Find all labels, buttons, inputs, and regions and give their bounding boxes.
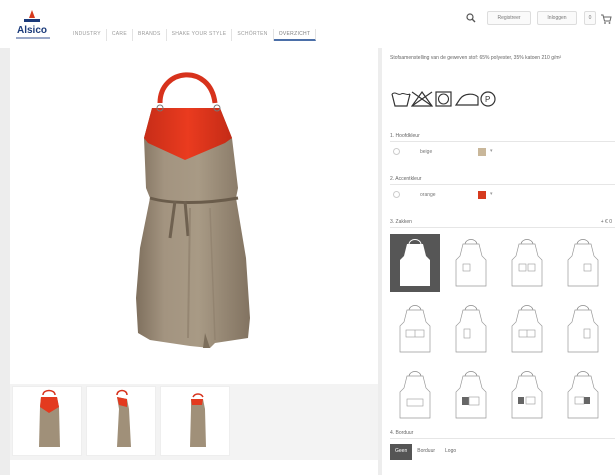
nav-item-brands[interactable]: BRANDS xyxy=(133,29,167,41)
brand-name: Alsico xyxy=(16,25,47,36)
thumbnail-back[interactable] xyxy=(160,386,230,456)
logo-underline xyxy=(16,37,50,39)
accent-color-radio[interactable] xyxy=(393,191,400,198)
accent-color-name: orange xyxy=(420,192,436,198)
login-button[interactable]: Inloggen xyxy=(537,11,577,25)
apron-low-pocket-icon xyxy=(399,371,431,419)
pocket-option-2[interactable] xyxy=(446,234,496,292)
main-color-swatch[interactable] xyxy=(478,148,486,156)
accent-color-swatch[interactable] xyxy=(478,191,486,199)
thumbnail-side[interactable] xyxy=(86,386,156,456)
configuration-panel: Stofsamenstelling van de geweven stof: 6… xyxy=(382,48,615,475)
product-preview-area xyxy=(10,48,378,475)
main-color-option[interactable]: beige ▾ xyxy=(390,145,612,159)
main-color-section-title: 1. Hoofdkleur xyxy=(390,133,615,142)
pocket-option-9[interactable] xyxy=(390,366,440,424)
care-labels: P xyxy=(391,90,496,107)
embroidery-section-title: 4. Borduur xyxy=(390,430,615,439)
iron-icon xyxy=(454,93,479,106)
apron-wide-pocket-icon xyxy=(399,305,431,353)
tumble-dry-icon xyxy=(435,91,452,107)
apron-single-small-pocket-icon xyxy=(455,239,487,287)
pocket-option-12[interactable] xyxy=(558,366,608,424)
nav-item-aprons[interactable]: SCHÖRTEN xyxy=(232,29,274,41)
apron-dark-left-pocket-icon xyxy=(455,371,487,419)
pocket-option-5[interactable] xyxy=(390,300,440,358)
main-color-radio[interactable] xyxy=(393,148,400,155)
apron-dark-pocket-pair-icon xyxy=(511,371,543,419)
fabric-description: Stofsamenstelling van de geweven stof: 6… xyxy=(390,55,562,61)
embroidery-tabs: Geen Borduur Logo xyxy=(390,444,461,460)
brand-logo[interactable]: Alsico xyxy=(12,8,52,42)
configurator-page: Alsico INDUSTRY CARE BRANDS SHAKE YOUR S… xyxy=(0,0,615,475)
main-color-name: beige xyxy=(420,149,433,155)
pocket-option-3[interactable] xyxy=(502,234,552,292)
apron-side-thumbnail-icon xyxy=(116,389,131,447)
pockets-price: + € 0 xyxy=(600,219,612,225)
cart-icon[interactable] xyxy=(600,14,612,24)
pocket-option-8[interactable] xyxy=(558,300,608,358)
apron-back-thumbnail-icon xyxy=(190,393,206,447)
nav-item-care[interactable]: CARE xyxy=(107,29,133,41)
pocket-option-6[interactable] xyxy=(446,300,496,358)
chevron-down-icon[interactable]: ▾ xyxy=(490,148,493,154)
nav-item-shake-your-style[interactable]: SHAKE YOUR STYLE xyxy=(167,29,233,41)
apron-left-tall-pocket-icon xyxy=(455,305,487,353)
pockets-title: 3. Zakken xyxy=(390,219,412,225)
nav-item-industry[interactable]: INDUSTRY xyxy=(68,29,107,41)
main-nav: INDUSTRY CARE BRANDS SHAKE YOUR STYLE SC… xyxy=(68,29,317,41)
tab-embroidery[interactable]: Borduur xyxy=(412,444,440,460)
cart-count-badge[interactable]: 0 xyxy=(584,11,596,25)
search-icon[interactable] xyxy=(466,13,476,23)
apron-right-tall-pocket-icon xyxy=(567,305,599,353)
chevron-down-icon[interactable]: ▾ xyxy=(490,191,493,197)
accent-color-option[interactable]: orange ▾ xyxy=(390,188,612,202)
accent-color-section-title: 2. Accentkleur xyxy=(390,176,615,185)
apron-center-split-pocket-icon xyxy=(511,305,543,353)
tab-none[interactable]: Geen xyxy=(390,444,413,460)
site-header: Alsico INDUSTRY CARE BRANDS SHAKE YOUR S… xyxy=(0,0,615,48)
apron-double-pocket-icon xyxy=(511,239,543,287)
pocket-option-none[interactable] xyxy=(390,234,440,292)
nav-item-overview[interactable]: OVERZICHT xyxy=(273,29,317,41)
no-bleach-icon xyxy=(410,90,434,107)
thumbnail-front[interactable] xyxy=(12,386,82,456)
pocket-option-7[interactable] xyxy=(502,300,552,358)
pocket-option-11[interactable] xyxy=(502,366,552,424)
apron-no-pocket-icon xyxy=(400,239,430,286)
apron-dark-right-pocket-icon xyxy=(567,371,599,419)
wash-40-icon xyxy=(391,92,411,107)
svg-text:P: P xyxy=(485,95,490,104)
apron-3d-preview[interactable] xyxy=(10,48,378,378)
dry-clean-p-icon: P xyxy=(480,91,496,107)
pocket-option-4[interactable] xyxy=(558,234,608,292)
register-button[interactable]: Registreer xyxy=(487,11,531,25)
tab-logo[interactable]: Logo xyxy=(440,444,461,460)
apron-front-thumbnail-icon xyxy=(39,389,60,447)
pockets-section-title: 3. Zakken + € 0 xyxy=(390,219,615,228)
pocket-option-10[interactable] xyxy=(446,366,496,424)
thumbnail-strip xyxy=(10,384,378,460)
apron-right-pocket-icon xyxy=(567,239,599,287)
